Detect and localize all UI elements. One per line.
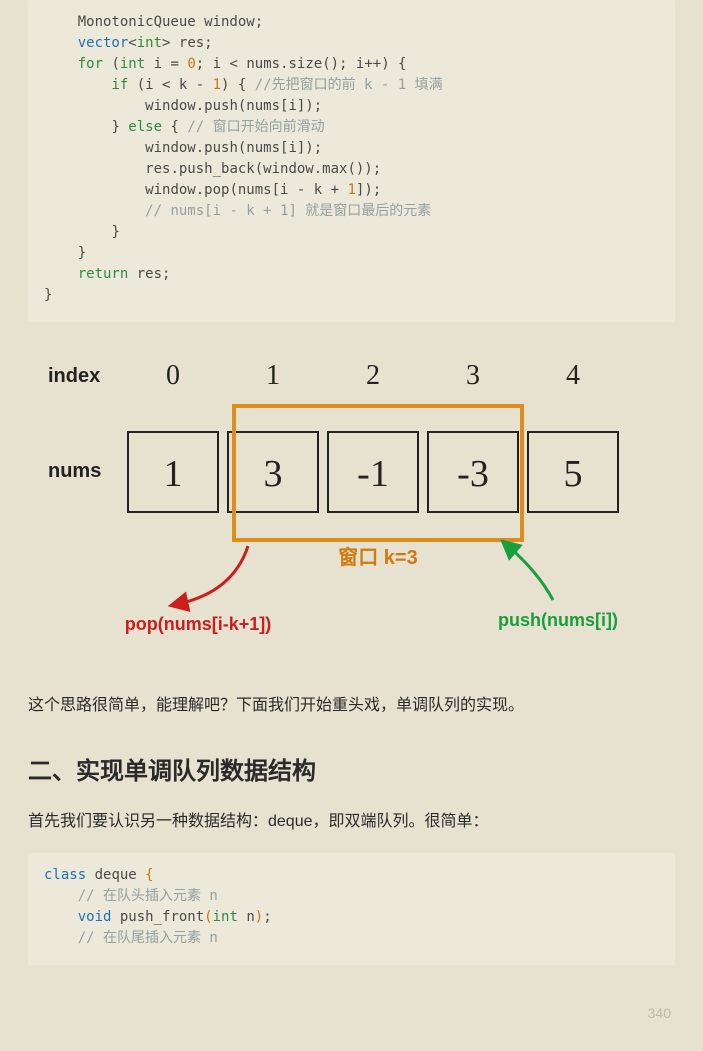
pop-label: pop(nums[i-k+1]) (125, 614, 272, 634)
code-block-deque: class deque { // 在队头插入元素 n void push_fro… (28, 853, 675, 965)
code-token: 1 (213, 77, 221, 93)
code-token: } (111, 224, 119, 240)
code-token: ) { (221, 77, 255, 93)
code-token: < (128, 35, 136, 51)
code-token: i = (145, 56, 187, 72)
cell-1: 3 (264, 453, 283, 495)
arrow-pop (178, 546, 248, 604)
code-comment: // 在队头插入元素 n (78, 888, 218, 904)
push-label: push(nums[i]) (498, 610, 618, 630)
code-token: deque (86, 867, 145, 883)
code-token: 0 (187, 56, 195, 72)
sliding-window-diagram: index 0 1 2 3 4 nums 1 3 -1 -3 5 窗口 k=3 … (38, 352, 675, 647)
page-content: MonotonicQueue window; vector<int> res; … (0, 0, 703, 1051)
code-token: vector (78, 35, 129, 51)
code-token: int (137, 35, 162, 51)
diagram-svg: index 0 1 2 3 4 nums 1 3 -1 -3 5 窗口 k=3 … (38, 352, 638, 642)
index-0: 0 (166, 360, 180, 391)
code-comment: // 窗口开始向前滑动 (187, 119, 324, 135)
paragraph-intro: 这个思路很简单，能理解吧？下面我们开始重头戏，单调队列的实现。 (28, 692, 675, 719)
cell-0: 1 (164, 453, 183, 495)
code-token: (i < k - (128, 77, 212, 93)
index-2: 2 (366, 360, 380, 391)
code-comment: // nums[i - k + 1] 就是窗口最后的元素 (145, 203, 431, 219)
code-token: { (145, 867, 153, 883)
cell-2: -1 (357, 453, 389, 495)
code-token: { (162, 119, 187, 135)
code-token: class (44, 867, 86, 883)
index-1: 1 (266, 360, 280, 391)
code-token: int (120, 56, 145, 72)
code-block-sliding-window: MonotonicQueue window; vector<int> res; … (28, 0, 675, 322)
code-token: res; (128, 266, 170, 282)
code-token: return (78, 266, 129, 282)
code-comment: //先把窗口的前 k - 1 填满 (255, 77, 443, 93)
index-4: 4 (566, 360, 580, 391)
page-number: 340 (28, 1005, 675, 1021)
code-token: > res; (162, 35, 213, 51)
code-token: int (213, 909, 238, 925)
code-token: 1 (347, 182, 355, 198)
code-token: ]); (356, 182, 381, 198)
code-token: push_front (111, 909, 204, 925)
paragraph-deque: 首先我们要认识另一种数据结构：deque，即双端队列。很简单： (28, 808, 675, 835)
code-token: MonotonicQueue window; (78, 14, 263, 30)
cell-4: 5 (564, 453, 583, 495)
code-token: ; i < nums.size(); i++) { (196, 56, 407, 72)
code-token: for (78, 56, 103, 72)
code-token: ( (103, 56, 120, 72)
arrow-push (508, 546, 553, 600)
cell-3: -3 (457, 453, 489, 495)
code-token: res.push_back(window.max()); (145, 161, 381, 177)
code-token: window.push(nums[i]); (145, 98, 322, 114)
code-token: } (44, 287, 52, 303)
code-token: void (78, 909, 112, 925)
label-nums: nums (48, 460, 101, 482)
code-token: } (111, 119, 128, 135)
code-comment: // 在队尾插入元素 n (78, 930, 218, 946)
code-token: } (78, 245, 86, 261)
code-token: if (111, 77, 128, 93)
code-token: n (238, 909, 255, 925)
window-label: 窗口 k=3 (338, 545, 417, 569)
code-token: ) (255, 909, 263, 925)
code-token: ; (263, 909, 271, 925)
section-heading-2: 二、实现单调队列数据结构 (28, 751, 675, 786)
index-3: 3 (466, 360, 480, 391)
code-token: ( (204, 909, 212, 925)
label-index: index (48, 365, 100, 387)
code-token: else (128, 119, 162, 135)
code-token: window.push(nums[i]); (145, 140, 322, 156)
code-token: window.pop(nums[i - k + (145, 182, 347, 198)
